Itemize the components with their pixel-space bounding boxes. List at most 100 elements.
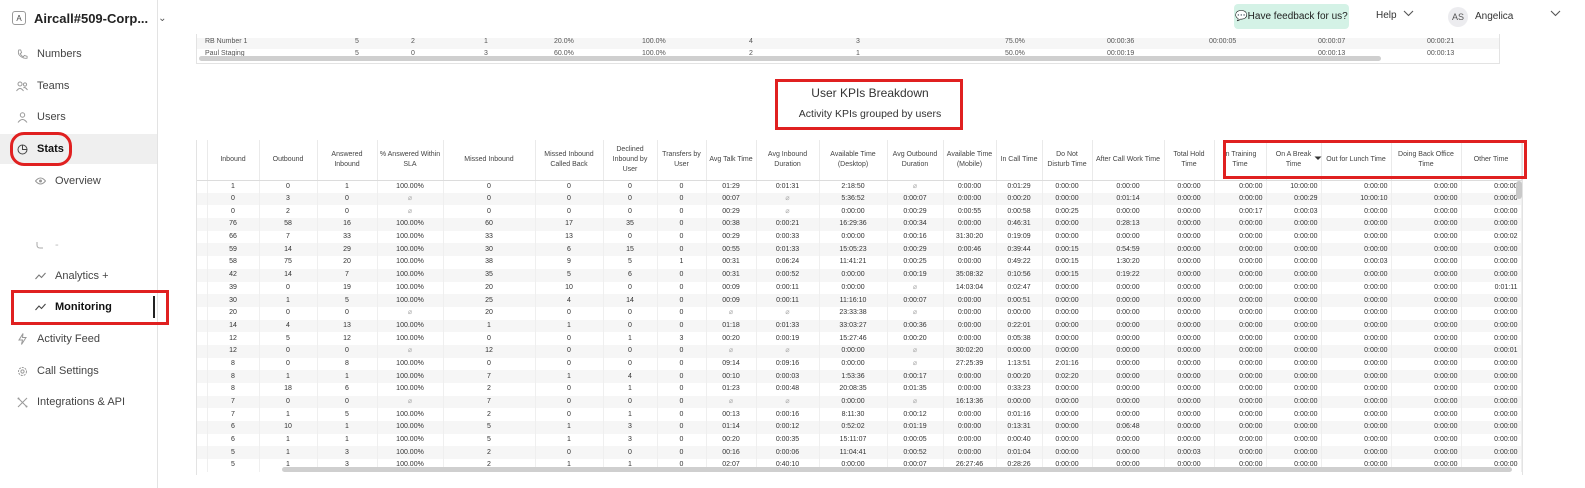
table-row[interactable]: 1 0 1 100.00% 0 0 0 0 01:29 0:01:31 2:18:50 ⌀ 0:00:0…: [197, 180, 1522, 193]
table-row[interactable]: 30 1 5 100.00% 25 4 14 0 00:09 0:00:11 11:16:10 0:0…: [197, 294, 1522, 307]
table-cell: 0: [603, 192, 658, 206]
table-cell: 1:13:51: [996, 357, 1043, 371]
table-cell: 0:19:22: [1092, 268, 1165, 282]
table-cell: 0:00:00: [1042, 230, 1093, 244]
table-cell: 7: [259, 230, 318, 244]
sidebar-item-overview[interactable]: Overview: [0, 166, 157, 196]
table-cell: 0:00:00: [819, 357, 888, 371]
table-cell: 00:31: [706, 256, 757, 269]
table-row[interactable]: 76 58 16 100.00% 60 17 35 0 00:38 0:00:21 16:29:36…: [197, 218, 1522, 231]
column-header[interactable]: Available Time (Desktop): [819, 140, 888, 181]
column-header[interactable]: Missed Inbound: [443, 140, 536, 181]
table-cell: 13: [535, 230, 604, 244]
column-header[interactable]: Declined Inbound by User: [603, 140, 658, 181]
sidebar-item-hidden[interactable]: ‐: [0, 230, 157, 260]
column-header[interactable]: Avg Outbound Duration: [887, 140, 944, 181]
table-row[interactable]: 7 1 5 100.00% 2 0 1 0 00:13 0:00:16 8:11:30 0:00:12…: [197, 408, 1522, 422]
table-row[interactable]: 59 14 29 100.00% 30 6 15 0 00:55 0:01:33 15:05:23 0…: [197, 243, 1522, 257]
table-cell: 0:00:00: [1042, 344, 1093, 358]
table-cell: 0:00:00: [1321, 180, 1392, 193]
table-row[interactable]: 39 0 19 100.00% 20 10 0 0 00:09 0:00:11 0:00:00 ⌀ 14…: [197, 281, 1522, 295]
table-cell: 00:13: [706, 408, 757, 422]
table-cell: 0:00:00: [1266, 383, 1322, 396]
column-header[interactable]: Transfers by User: [657, 140, 707, 181]
column-header[interactable]: Inbound: [207, 140, 260, 181]
sidebar-item-teams[interactable]: Teams: [0, 71, 157, 101]
table-row[interactable]: 6 1 1 100.00% 5 1 3 0 00:20 0:00:35 15:11:07 0:00:0…: [197, 433, 1522, 447]
table-cell: 0:00:00: [996, 344, 1043, 358]
chevron-down-icon[interactable]: [1550, 8, 1561, 20]
table-row[interactable]: 8 18 6 100.00% 2 0 1 0 01:23 0:00:48 20:08:35 0:01:…: [197, 383, 1522, 396]
horizontal-scrollbar[interactable]: [199, 56, 1381, 61]
table-cell: 0: [535, 395, 604, 409]
column-header[interactable]: Outbound: [259, 140, 318, 181]
table-cell: 0:00:00: [1092, 294, 1165, 307]
table-cell: 0:00:00: [1391, 370, 1462, 383]
table-row[interactable]: 66 7 33 100.00% 33 13 0 0 00:29 0:00:33 0:00:00 0:0…: [197, 230, 1522, 244]
table-cell: 0:00:00: [1461, 332, 1522, 345]
sidebar-item-analytics[interactable]: Analytics +: [0, 261, 157, 291]
vertical-scrollbar[interactable]: [1516, 181, 1522, 199]
column-header[interactable]: % Answered Within SLA: [377, 140, 444, 181]
table-cell: 0:00:00: [1214, 306, 1267, 320]
table-cell: 00:38: [706, 218, 757, 231]
column-header[interactable]: After Call Work Time: [1092, 140, 1165, 181]
table-row[interactable]: 8 1 1 100.00% 7 1 4 0 00:10 0:00:03 1:53:36 0:00:17…: [197, 370, 1522, 383]
column-header[interactable]: Available Time (Mobile): [943, 140, 997, 181]
table-row[interactable]: 0 2 0 ⌀ 0 0 0 0 00:29 ⌀ 0:00:00 0:00:29 0:00:55 0:00:…: [197, 205, 1522, 219]
table-row[interactable]: 7 0 0 ⌀ 7 0 0 0 ⌀ ⌀ 0:00:00 ⌀ 16:13:36 0:00:00 0:00:00…: [197, 395, 1522, 409]
table-cell: 0:00:00: [1164, 294, 1215, 307]
table-row[interactable]: 14 4 13 100.00% 1 1 0 0 01:18 0:01:33 33:03:27 0:00…: [197, 319, 1522, 333]
table-cell: ⌀: [377, 344, 444, 358]
table-cell: 0:00:00: [819, 205, 888, 219]
feedback-button[interactable]: 💬Have feedback for us?: [1234, 4, 1349, 29]
column-header[interactable]: Total Hold Time: [1164, 140, 1215, 181]
table-cell: 0: [657, 230, 707, 244]
table-row[interactable]: 5 1 3 100.00% 2 0 0 0 00:16 0:00:06 11:04:41 0:00:5…: [197, 446, 1522, 460]
table-cell: 0:00:15: [1042, 243, 1093, 257]
workspace-switcher[interactable]: A Aircall#509-Corp... ⌄: [12, 8, 167, 28]
table-cell: ⌀: [706, 344, 757, 358]
table-row[interactable]: 12 0 0 ⌀ 12 0 0 0 ⌀ ⌀ 0:00:00 ⌀ 30:02:20 0:00:00 0:00:…: [197, 344, 1522, 358]
table-cell: 1: [259, 370, 318, 383]
table-row[interactable]: 58 75 20 100.00% 38 9 5 1 00:31 0:06:24 11:41:21 0:…: [197, 256, 1522, 269]
sidebar-item-users[interactable]: Users: [0, 102, 157, 132]
table-cell: 0:00:03: [1321, 256, 1392, 269]
table-cell: 0: [657, 370, 707, 383]
column-header[interactable]: Do Not Disturb Time: [1042, 140, 1093, 181]
table-cell: 11:04:41: [819, 446, 888, 460]
table-row[interactable]: 8 0 8 100.00% 0 0 0 0 09:14 0:09:16 0:00:00 ⌀ 27:25:…: [197, 357, 1522, 371]
table-row[interactable]: 0 3 0 ⌀ 0 0 0 0 00:07 ⌀ 5:36:52 0:00:07 0:00:00 0:00:…: [197, 192, 1522, 206]
table-cell: 0:00:00: [1461, 306, 1522, 320]
horizontal-scrollbar[interactable]: [282, 467, 1512, 472]
column-header[interactable]: Avg Inbound Duration: [756, 140, 820, 181]
table-cell: 00:55: [706, 243, 757, 257]
sidebar-item-numbers[interactable]: Numbers: [0, 39, 157, 69]
table-row[interactable]: 20 0 0 ⌀ 20 0 0 0 ⌀ ⌀ 23:33:38 ⌀ 0:00:00 0:00:00 0:00:…: [197, 306, 1522, 320]
column-header[interactable]: Missed Inbound Called Back: [535, 140, 604, 181]
sidebar: A Aircall#509-Corp... ⌄ Numbers Teams Us…: [0, 0, 167, 488]
table-cell: 100.00%: [377, 180, 444, 193]
column-header[interactable]: In Call Time: [996, 140, 1043, 181]
table-cell: 0:00:00: [1214, 230, 1267, 244]
table-cell: 0: [657, 344, 707, 358]
table-row[interactable]: 12 5 12 100.00% 0 0 1 3 00:20 0:00:19 15:27:46 0:00…: [197, 332, 1522, 345]
table-cell: 6: [207, 421, 260, 434]
sidebar-item-call-settings[interactable]: Call Settings: [0, 356, 157, 386]
help-menu[interactable]: Help: [1376, 10, 1397, 21]
table-cell: 0:00:03: [756, 370, 820, 383]
chevron-down-icon[interactable]: [1403, 8, 1414, 20]
table-cell: 3: [259, 192, 318, 206]
avatar[interactable]: AS: [1448, 7, 1468, 27]
table-cell: 100.00%: [377, 433, 444, 447]
column-header[interactable]: Avg Talk Time: [706, 140, 757, 181]
sidebar-item-activity-feed[interactable]: Activity Feed: [0, 324, 157, 354]
user-name[interactable]: Angelica: [1475, 11, 1513, 22]
table-row[interactable]: 42 14 7 100.00% 35 5 6 0 00:31 0:00:52 0:00:00 0:00…: [197, 268, 1522, 282]
table-cell: 12: [443, 344, 536, 358]
table-cell: 0:00:00: [1092, 180, 1165, 193]
table-cell: 0:00:00: [819, 268, 888, 282]
table-row[interactable]: 6 10 1 100.00% 5 1 3 0 01:14 0:00:12 0:52:02 0:01:1…: [197, 421, 1522, 434]
column-header[interactable]: Answered Inbound: [317, 140, 378, 181]
sidebar-item-integrations[interactable]: Integrations & API: [0, 387, 157, 417]
